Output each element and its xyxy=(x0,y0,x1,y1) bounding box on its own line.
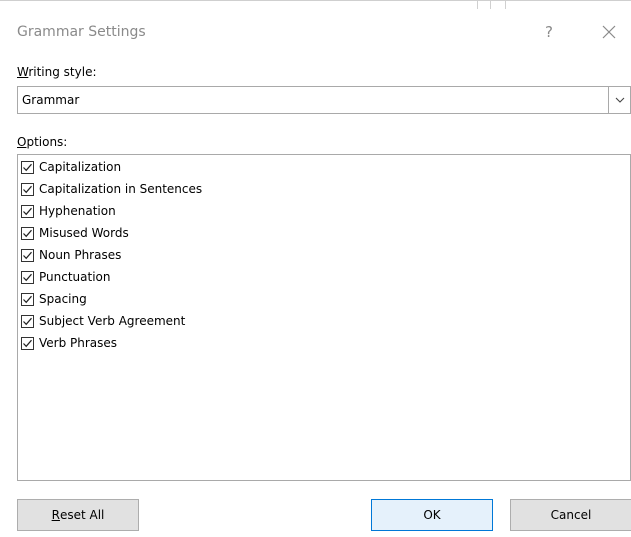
checkmark-icon xyxy=(23,229,32,237)
checkbox[interactable] xyxy=(21,182,34,196)
cancel-button[interactable]: Cancel xyxy=(510,499,631,531)
option-misused-words[interactable]: Misused Words xyxy=(21,224,129,242)
option-verb-phrases[interactable]: Verb Phrases xyxy=(21,334,117,352)
checkmark-icon xyxy=(23,295,32,303)
option-label: Verb Phrases xyxy=(39,336,118,350)
checkbox[interactable] xyxy=(21,160,34,174)
writing-style-dropdown-button[interactable] xyxy=(608,87,630,113)
chevron-down-icon xyxy=(615,97,624,103)
option-label: Subject Verb Agreement xyxy=(39,314,186,328)
checkbox[interactable] xyxy=(21,292,34,306)
checkbox[interactable] xyxy=(21,270,34,284)
window-top-strip xyxy=(0,1,631,9)
writing-style-accelerator: W xyxy=(17,65,29,79)
option-hyphenation[interactable]: Hyphenation xyxy=(21,202,116,220)
option-label: Hyphenation xyxy=(39,204,116,218)
checkmark-icon xyxy=(23,317,32,325)
top-strip-divider xyxy=(477,1,478,9)
help-icon: ? xyxy=(545,23,553,41)
checkbox[interactable] xyxy=(21,314,34,328)
options-label-text: ptions: xyxy=(26,135,68,149)
checkbox[interactable] xyxy=(21,204,34,218)
checkmark-icon xyxy=(23,207,32,215)
checkmark-icon xyxy=(23,163,32,171)
dialog-title: Grammar Settings xyxy=(17,24,146,40)
checkbox[interactable] xyxy=(21,248,34,262)
option-spacing[interactable]: Spacing xyxy=(21,290,87,308)
close-button[interactable] xyxy=(598,21,620,43)
writing-style-value: Grammar xyxy=(22,93,80,107)
close-icon xyxy=(602,25,616,39)
option-capitalization-in-sentences[interactable]: Capitalization in Sentences xyxy=(21,180,202,198)
option-capitalization[interactable]: Capitalization xyxy=(21,158,121,176)
options-label: Options: xyxy=(17,135,67,149)
checkmark-icon xyxy=(23,273,32,281)
option-label: Punctuation xyxy=(39,270,111,284)
ok-button[interactable]: OK xyxy=(371,499,493,531)
title-bar: Grammar Settings ? xyxy=(0,15,631,51)
checkmark-icon xyxy=(23,185,32,193)
option-noun-phrases[interactable]: Noun Phrases xyxy=(21,246,121,264)
option-subject-verb-agreement[interactable]: Subject Verb Agreement xyxy=(21,312,185,330)
writing-style-label: Writing style: xyxy=(17,65,97,79)
cancel-label: Cancel xyxy=(550,508,592,522)
reset-all-accelerator: R xyxy=(51,508,60,522)
reset-all-button[interactable]: Reset All xyxy=(17,499,139,531)
checkmark-icon xyxy=(23,339,32,347)
help-button[interactable]: ? xyxy=(539,21,559,43)
option-label: Capitalization xyxy=(39,160,122,174)
option-label: Spacing xyxy=(39,292,87,306)
option-punctuation[interactable]: Punctuation xyxy=(21,268,110,286)
option-label: Misused Words xyxy=(39,226,129,240)
writing-style-select[interactable]: Grammar xyxy=(17,86,631,114)
checkbox[interactable] xyxy=(21,336,34,350)
top-strip-divider xyxy=(505,1,506,9)
reset-all-label: eset All xyxy=(59,508,105,522)
grammar-settings-dialog: Grammar Settings ? Writing style: Gramma… xyxy=(0,0,631,537)
option-label: Noun Phrases xyxy=(39,248,122,262)
ok-label: OK xyxy=(423,508,441,522)
checkmark-icon xyxy=(23,251,32,259)
checkbox[interactable] xyxy=(21,226,34,240)
top-strip-divider xyxy=(490,1,491,9)
options-list[interactable]: Capitalization Capitalization in Sentenc… xyxy=(17,154,631,481)
writing-style-label-text: riting style: xyxy=(28,65,97,79)
option-label: Capitalization in Sentences xyxy=(39,182,203,196)
